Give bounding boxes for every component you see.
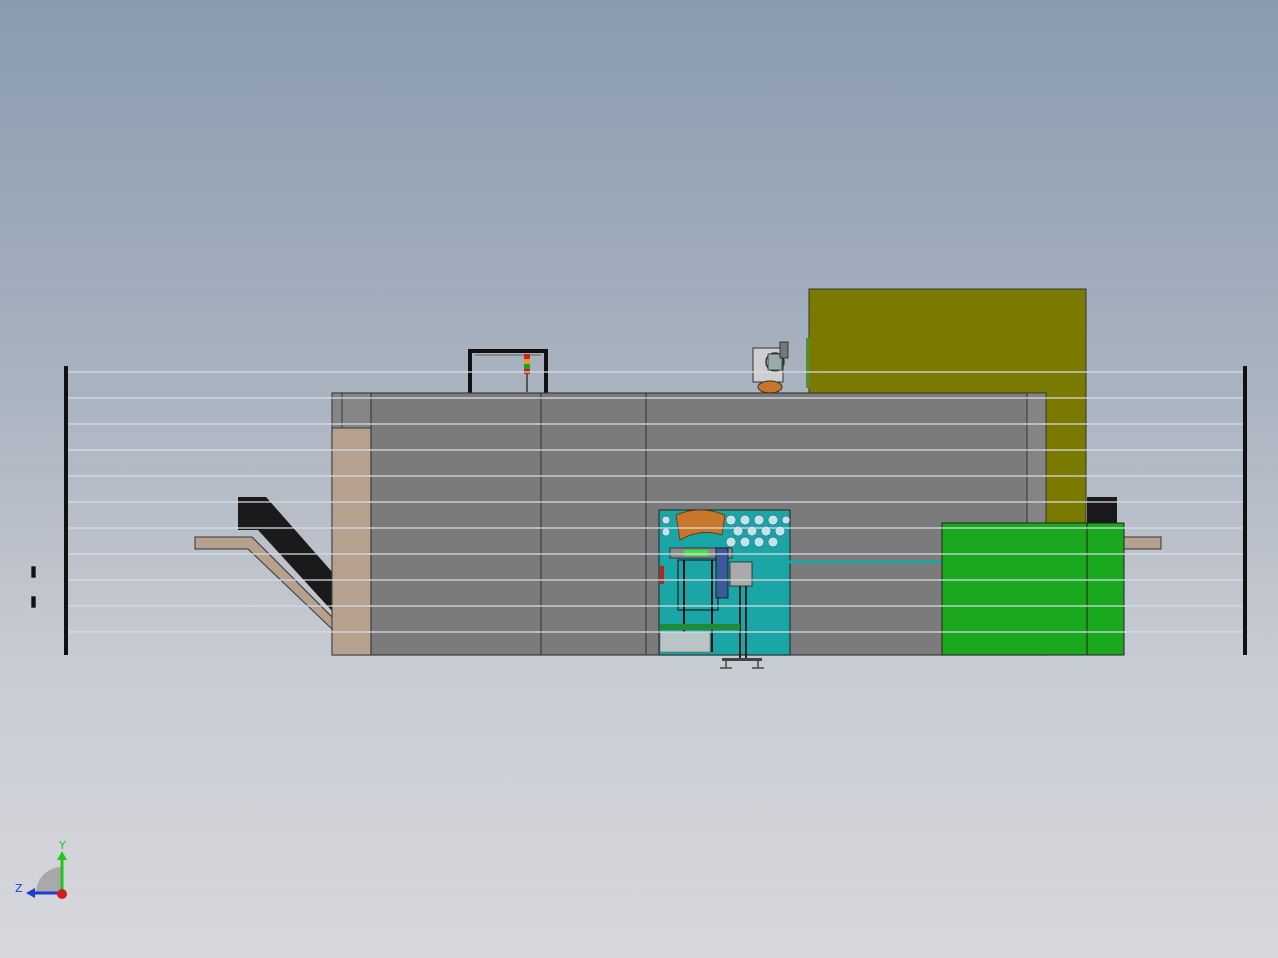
- assembly-scene[interactable]: Y Z: [0, 0, 1278, 958]
- coordinate-triad: Y Z: [15, 839, 67, 899]
- door-hinge-icon: [30, 595, 37, 609]
- green-unit: [941, 522, 1125, 656]
- tower-edge-strip: [806, 338, 810, 388]
- y-axis-label: Y: [58, 839, 66, 852]
- leveling-feet: [720, 658, 764, 669]
- stack-light-icon: [524, 354, 530, 392]
- rooftop-robot-icon: [752, 341, 789, 394]
- z-axis-label: Z: [15, 882, 23, 895]
- cad-viewport[interactable]: Y Z: [0, 0, 1278, 958]
- door-handle-icon: [30, 565, 37, 579]
- origin-point: [57, 889, 67, 899]
- fence-post-left: [64, 366, 68, 655]
- rooftop-frame: [468, 349, 548, 393]
- left-conveyor: [194, 497, 334, 632]
- fence-post-right: [1243, 366, 1247, 655]
